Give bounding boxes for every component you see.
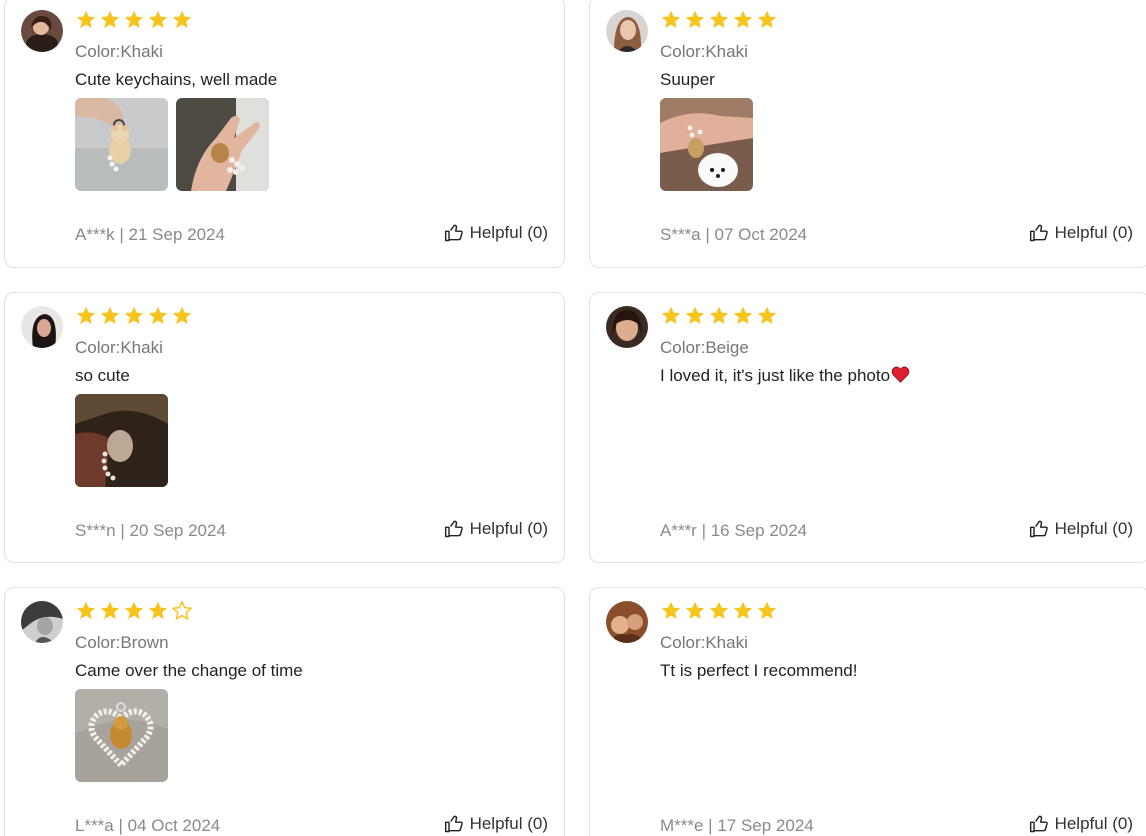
helpful-button[interactable]: Helpful (0) [1029,519,1133,539]
avatar [21,10,63,52]
review-text: so cute [75,366,130,385]
star-icon [685,601,705,619]
helpful-label: Helpful (0) [469,814,548,833]
thumbs-up-icon [1029,520,1048,538]
helpful-label: Helpful (0) [469,223,548,242]
star-icon [76,10,96,28]
review-card: Color:Khaki Cute keychains, well made A*… [4,0,565,268]
review-card: Color:Khaki Tt is perfect I recommend! M… [589,587,1146,836]
star-icon [733,601,753,619]
color-variant: Color:Khaki [660,42,748,61]
review-text: Came over the change of time [75,661,303,680]
star-rating [660,600,778,626]
review-text: Tt is perfect I recommend! [660,661,858,680]
star-icon [172,306,192,324]
helpful-label: Helpful (0) [469,519,548,538]
star-icon [124,601,144,619]
color-variant: Color:Khaki [75,42,163,61]
helpful-button[interactable]: Helpful (0) [1029,223,1133,243]
review-text: Cute keychains, well made [75,70,278,89]
helpful-label: Helpful (0) [1054,519,1133,538]
reviews-page: Color:Khaki Cute keychains, well made A*… [0,0,1146,836]
author-date: S***a | 07 Oct 2024 [660,225,808,244]
review-photos [660,98,753,191]
author-date: A***k | 21 Sep 2024 [75,225,225,244]
avatar [606,306,648,348]
review-text: Suuper [660,70,715,89]
review-card: Color:Brown Came over the change of time… [4,587,565,836]
star-icon [757,601,777,619]
review-photo[interactable] [660,98,753,191]
star-icon [685,10,705,28]
review-card: Color:Beige I loved it, it's just like t… [589,292,1146,563]
star-icon [709,601,729,619]
heart-icon [891,366,910,383]
review-card: Color:Khaki Suuper S***a | 07 Oct 2024 H… [589,0,1146,268]
star-icon [661,601,681,619]
star-icon [148,10,168,28]
color-variant: Color:Brown [75,633,169,652]
color-variant: Color:Khaki [75,338,163,357]
review-photos [75,689,168,782]
star-icon [757,10,777,28]
author-date: S***n | 20 Sep 2024 [75,521,226,540]
star-icon [124,10,144,28]
thumbs-up-icon [444,815,463,833]
review-photo[interactable] [75,689,168,782]
thumbs-up-icon [444,224,463,242]
star-rating [660,305,778,331]
review-photo[interactable] [75,394,168,487]
star-rating [660,9,778,35]
review-photo[interactable] [176,98,269,191]
star-icon [172,10,192,28]
review-text: I loved it, it's just like the photo [660,366,910,386]
star-icon [100,10,120,28]
helpful-button[interactable]: Helpful (0) [444,519,548,539]
color-variant: Color:Khaki [660,633,748,652]
thumbs-up-icon [1029,224,1048,242]
star-rating [75,9,193,35]
star-outline-icon [172,600,192,620]
author-date: M***e | 17 Sep 2024 [660,816,814,835]
review-card: Color:Khaki so cute S***n | 20 Sep 2024 … [4,292,565,563]
thumbs-up-icon [444,520,463,538]
avatar [606,10,648,52]
star-icon [100,601,120,619]
star-icon [757,306,777,324]
avatar [21,306,63,348]
helpful-button[interactable]: Helpful (0) [1029,814,1133,834]
star-icon [76,601,96,619]
star-icon [685,306,705,324]
star-icon [124,306,144,324]
helpful-label: Helpful (0) [1054,814,1133,833]
star-icon [661,10,681,28]
color-variant: Color:Beige [660,338,749,357]
star-icon [76,306,96,324]
author-date: L***a | 04 Oct 2024 [75,816,221,835]
star-rating [75,600,193,626]
avatar [21,601,63,643]
star-icon [709,10,729,28]
avatar [606,601,648,643]
review-photos [75,394,168,487]
author-date: A***r | 16 Sep 2024 [660,521,808,540]
review-photos [75,98,269,191]
star-icon [709,306,729,324]
star-rating [75,305,193,331]
review-photo[interactable] [75,98,168,191]
star-icon [148,306,168,324]
star-icon [148,601,168,619]
helpful-label: Helpful (0) [1054,223,1133,242]
star-icon [733,306,753,324]
star-icon [661,306,681,324]
thumbs-up-icon [1029,815,1048,833]
star-icon [100,306,120,324]
helpful-button[interactable]: Helpful (0) [444,223,548,243]
helpful-button[interactable]: Helpful (0) [444,814,548,834]
star-icon [733,10,753,28]
